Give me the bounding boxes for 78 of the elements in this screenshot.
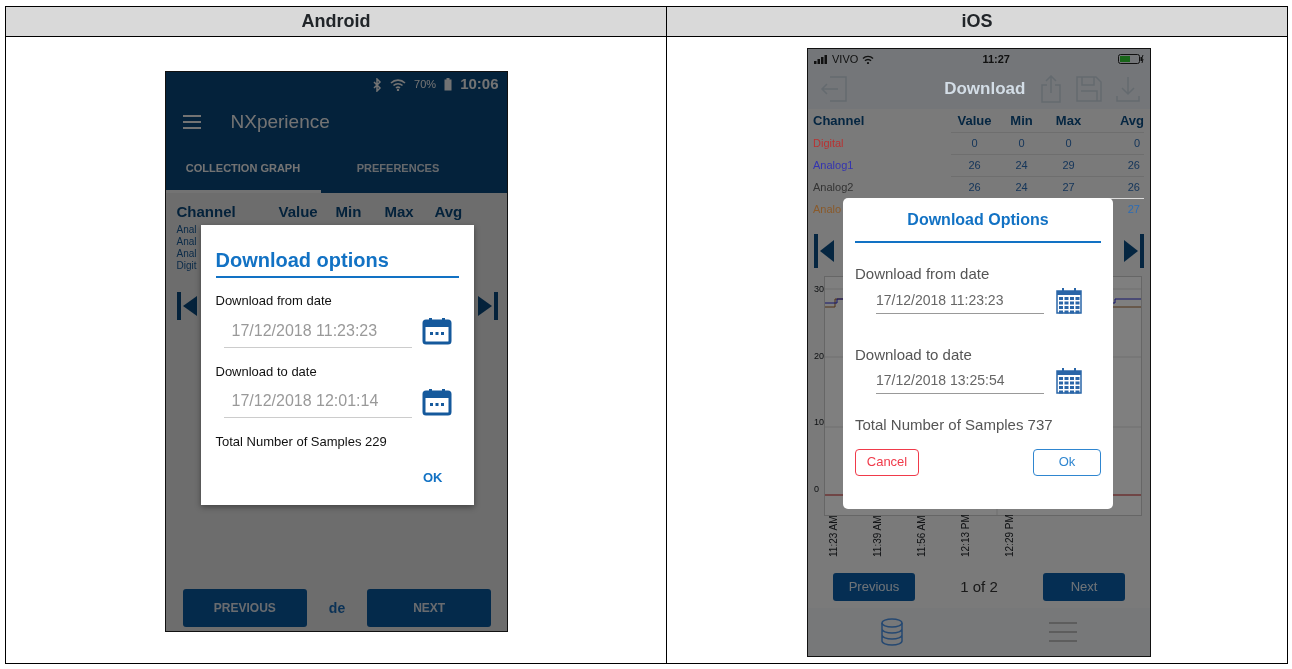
next-button[interactable]: NEXT bbox=[367, 589, 492, 627]
ok-button[interactable]: OK bbox=[423, 467, 443, 487]
table-cell: 24 bbox=[998, 154, 1045, 176]
skip-back-icon[interactable] bbox=[814, 234, 836, 268]
calendar-icon[interactable] bbox=[421, 317, 452, 345]
column-header: Android bbox=[6, 7, 667, 36]
calendar-icon[interactable] bbox=[1056, 368, 1082, 394]
axis-label: 12:13 PM bbox=[959, 514, 972, 557]
column-header: Channel bbox=[813, 111, 866, 130]
bluetooth-icon bbox=[372, 77, 383, 92]
channel-name: Anal bbox=[176, 247, 197, 260]
next-button[interactable]: Next bbox=[1043, 573, 1125, 601]
skip-forward-icon[interactable] bbox=[475, 291, 498, 320]
previous-button[interactable]: PREVIOUS bbox=[182, 589, 307, 627]
signal-icon bbox=[814, 54, 828, 64]
channel-name: Digital bbox=[813, 135, 844, 151]
sample-count: Total Number of Samples 229 bbox=[215, 433, 388, 451]
column-header: Avg bbox=[1118, 111, 1144, 130]
table-cell: 26 bbox=[951, 154, 998, 176]
skip-back-icon[interactable] bbox=[176, 291, 199, 320]
battery-icon bbox=[1118, 54, 1144, 64]
tab[interactable]: PREFERENCES bbox=[320, 147, 476, 193]
table-cell: 0 bbox=[998, 132, 1045, 154]
wifi-icon bbox=[862, 54, 875, 64]
clock-time: 11:27 bbox=[982, 51, 1010, 67]
column-header: Avg bbox=[434, 202, 464, 222]
column-header: Value bbox=[956, 111, 993, 130]
cancel-button[interactable]: Cancel bbox=[855, 448, 919, 476]
channel-name: Analo bbox=[813, 201, 842, 217]
channel-name: Analog1 bbox=[813, 157, 854, 173]
menu-icon[interactable] bbox=[182, 115, 201, 129]
axis-label: 11:56 AM bbox=[915, 515, 928, 557]
table-cell: 0 bbox=[1045, 132, 1092, 154]
column-header: Min bbox=[1009, 111, 1034, 130]
calendar-icon[interactable] bbox=[421, 387, 452, 416]
channel-name: Analog2 bbox=[813, 179, 854, 195]
sample-count: Total Number of Samples 737 bbox=[855, 415, 1054, 435]
page-label: de bbox=[328, 598, 346, 618]
column-header: Min bbox=[335, 202, 363, 222]
column-header: Value bbox=[278, 202, 319, 222]
column-header: Max bbox=[1054, 111, 1083, 130]
field-label: Download to date bbox=[215, 362, 318, 381]
calendar-icon[interactable] bbox=[1056, 287, 1082, 314]
axis-label: 30 bbox=[814, 283, 824, 296]
toolbar-title: Download bbox=[944, 78, 1026, 101]
column-header: Max bbox=[384, 202, 415, 222]
battery-icon bbox=[444, 78, 453, 91]
channel-name: Digit bbox=[176, 259, 197, 272]
dialog-title: Download Options bbox=[855, 208, 1101, 243]
axis-label: 11:23 AM bbox=[827, 515, 840, 557]
previous-button[interactable]: Previous bbox=[833, 573, 915, 601]
carrier-name: VIVO bbox=[832, 51, 859, 67]
axis-label: 12:29 PM bbox=[1003, 514, 1016, 557]
field-label: Download to date bbox=[855, 344, 973, 365]
table-cell: 29 bbox=[1045, 154, 1092, 176]
clock-time: 10:06 bbox=[460, 74, 499, 95]
channel-name: Anal bbox=[176, 223, 197, 236]
column-header: Channel bbox=[176, 202, 237, 222]
column-header: iOS bbox=[960, 10, 994, 33]
battery-level: 70% bbox=[414, 77, 437, 93]
field-label: Download from date bbox=[855, 264, 991, 284]
database-icon[interactable] bbox=[881, 618, 903, 646]
axis-label: 11:39 AM bbox=[871, 515, 884, 557]
axis-label: 20 bbox=[814, 349, 824, 363]
table-cell: 26 bbox=[1092, 154, 1144, 176]
tab[interactable]: COLLECTION GRAPH bbox=[165, 147, 321, 193]
skip-forward-icon[interactable] bbox=[1122, 234, 1144, 268]
table-cell: 0 bbox=[1092, 132, 1144, 154]
dialog-title: Download options bbox=[215, 245, 459, 278]
channel-name: Anal bbox=[176, 235, 197, 248]
app-title: NXperience bbox=[230, 109, 330, 134]
field-label: Download from date bbox=[215, 292, 333, 310]
axis-label: 0 bbox=[814, 482, 820, 496]
ok-button[interactable]: Ok bbox=[1033, 448, 1101, 476]
table-cell: 0 bbox=[951, 132, 998, 154]
wifi-icon bbox=[390, 78, 407, 91]
axis-label: 10 bbox=[814, 416, 824, 429]
page-label: 1 of 2 bbox=[960, 576, 998, 597]
